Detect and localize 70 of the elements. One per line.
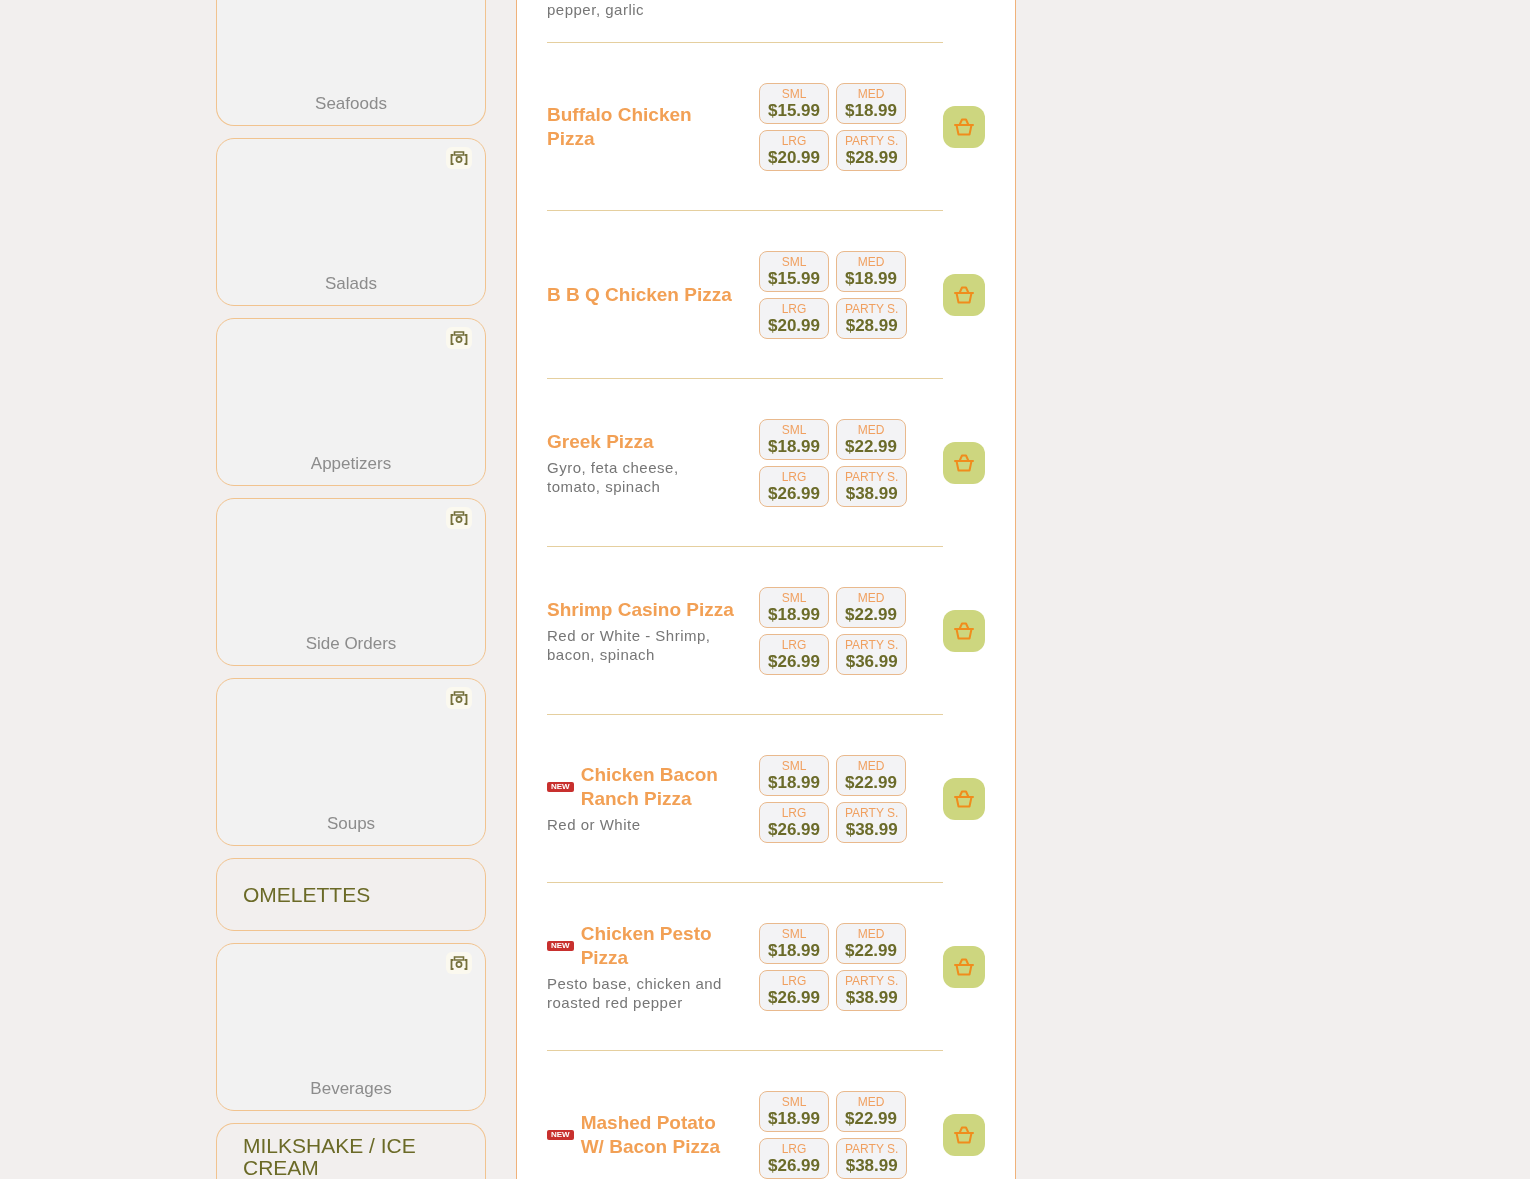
category-card[interactable]: Appetizers (216, 318, 486, 486)
category-card[interactable]: OMELETTES (216, 858, 486, 931)
size-price-button[interactable]: MED $22.99 (836, 586, 906, 628)
basket-icon (953, 620, 975, 641)
basket-icon (953, 788, 975, 809)
basket-icon (953, 1124, 975, 1145)
size-price-button[interactable]: SML $15.99 (759, 82, 829, 124)
size-price-button[interactable]: LRG $26.99 (759, 969, 829, 1011)
new-badge: NEW (547, 782, 574, 792)
new-badge: NEW (547, 1129, 574, 1140)
basket-icon (953, 956, 975, 977)
size-price-button[interactable]: MED $18.99 (836, 250, 906, 292)
add-to-cart-button[interactable] (943, 441, 985, 484)
add-to-cart-button[interactable] (943, 273, 985, 316)
size-price-button[interactable]: LRG $20.99 (759, 297, 829, 339)
category-card[interactable]: Beverages (216, 943, 486, 1111)
new-badge: NEW (547, 940, 574, 951)
size-price-button[interactable]: SML $18.99 (759, 754, 829, 796)
item-name: Chicken Bacon Ranch Pizza (580, 763, 719, 811)
item-description: Red or White - Shrimp, bacon, spinach (547, 625, 712, 664)
add-to-cart-button[interactable] (943, 105, 985, 148)
size-price-button[interactable]: PARTY S. $38.99 (836, 1137, 908, 1179)
size-price-button[interactable]: PARTY S. $38.99 (836, 465, 908, 507)
size-price-button[interactable]: LRG $26.99 (759, 801, 829, 843)
item-description: pepper, garlic (547, 0, 646, 19)
size-price-button[interactable]: LRG $26.99 (759, 465, 829, 507)
size-price-button[interactable]: SML $18.99 (759, 1090, 829, 1132)
add-to-cart-button[interactable] (943, 945, 985, 988)
add-to-cart-button[interactable] (943, 1113, 985, 1156)
size-price-button[interactable]: PARTY S. $38.99 (836, 969, 908, 1011)
camera-icon (446, 327, 472, 349)
item-name: Mashed Potato W/ Bacon Pizza (580, 1110, 722, 1159)
item-name: B B Q Chicken Pizza (547, 282, 732, 307)
camera-icon (446, 952, 472, 974)
basket-icon (953, 116, 975, 137)
camera-icon (446, 147, 472, 169)
size-price-button[interactable]: PARTY S. $28.99 (836, 297, 908, 339)
size-price-button[interactable]: SML $18.99 (759, 586, 829, 628)
size-price-button[interactable]: SML $18.99 (759, 922, 829, 964)
category-card[interactable]: Seafoods (216, 0, 486, 126)
size-price-button[interactable]: PARTY S. $28.99 (836, 129, 908, 171)
size-price-button[interactable]: PARTY S. $38.99 (836, 801, 908, 843)
item-name: Chicken Pesto Pizza (580, 921, 713, 970)
category-card[interactable]: Soups (216, 678, 486, 846)
category-card[interactable]: MILKSHAKE / ICE CREAM (216, 1123, 486, 1179)
size-price-button[interactable]: MED $22.99 (836, 922, 906, 964)
add-to-cart-button[interactable] (943, 609, 985, 652)
size-price-button[interactable]: LRG $20.99 (759, 129, 829, 171)
size-price-button[interactable]: MED $22.99 (836, 1090, 906, 1132)
add-to-cart-button[interactable] (943, 777, 985, 820)
camera-icon (446, 687, 472, 709)
item-name: Buffalo Chicken Pizza (547, 102, 693, 151)
item-name: Greek Pizza (547, 429, 654, 454)
size-price-button[interactable]: SML $18.99 (759, 418, 829, 460)
item-description: Pesto base, chicken and roasted red pepper (547, 973, 723, 1012)
size-price-button[interactable]: LRG $26.99 (759, 633, 829, 675)
item-description: Red or White (547, 815, 642, 834)
category-card[interactable]: Salads (216, 138, 486, 306)
size-price-button[interactable]: MED $18.99 (836, 82, 906, 124)
category-card[interactable]: Side Orders (216, 498, 486, 666)
basket-icon (953, 452, 975, 473)
item-description: Gyro, feta cheese, tomato, spinach (547, 457, 680, 496)
camera-icon (446, 507, 472, 529)
size-price-button[interactable]: LRG $26.99 (759, 1137, 829, 1179)
basket-icon (953, 284, 975, 305)
item-name: Shrimp Casino Pizza (547, 597, 734, 622)
size-price-button[interactable]: MED $22.99 (836, 418, 906, 460)
size-price-button[interactable]: PARTY S. $36.99 (836, 633, 908, 675)
size-price-button[interactable]: MED $22.99 (836, 754, 906, 796)
size-price-button[interactable]: SML $15.99 (759, 250, 829, 292)
